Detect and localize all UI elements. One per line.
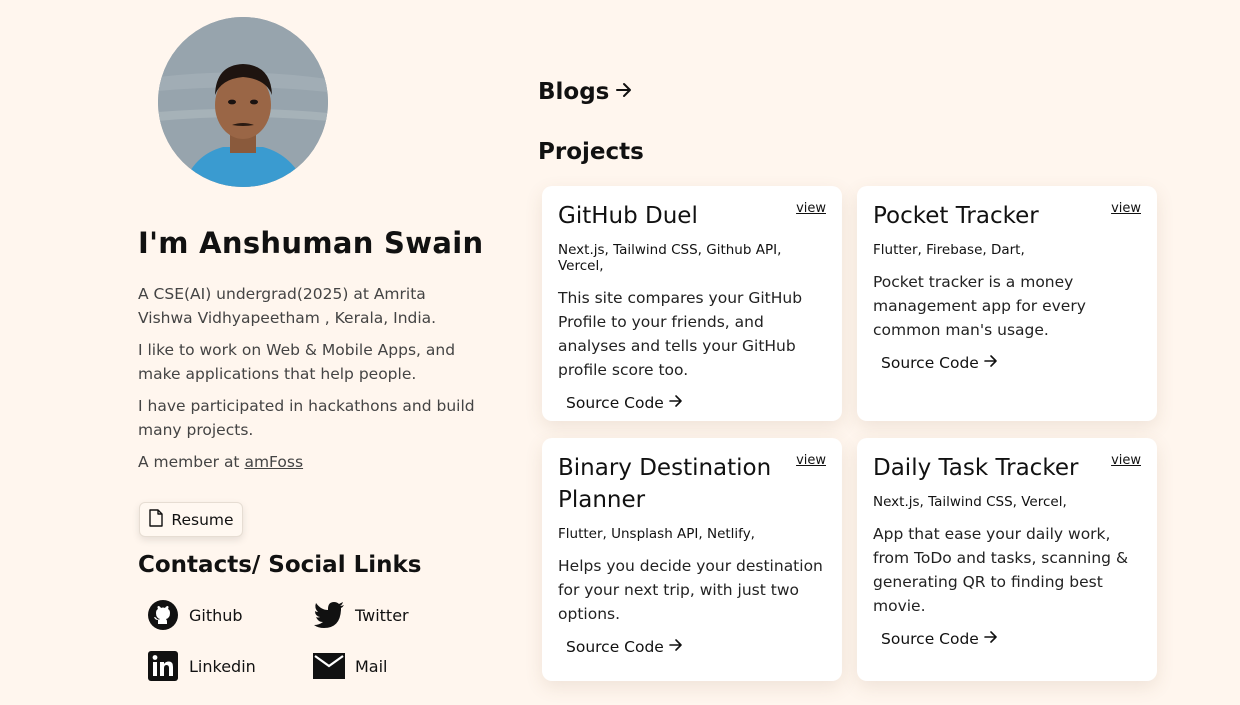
view-link[interactable]: view [796, 201, 826, 216]
arrow-right-icon [669, 394, 683, 412]
bio-interests: I like to work on Web & Mobile Apps, and… [138, 341, 456, 383]
project-description: Helps you decide your destination for yo… [558, 557, 823, 623]
blogs-label: Blogs [538, 79, 610, 105]
github-icon [147, 599, 179, 631]
social-link-github[interactable]: Github [147, 599, 243, 631]
project-card-daily-task-tracker: view Daily Task Tracker Next.js, Tailwin… [857, 438, 1157, 681]
source-code-link[interactable]: Source Code [881, 630, 998, 648]
mail-icon [313, 650, 345, 682]
linkedin-icon [147, 650, 179, 682]
twitter-icon [313, 599, 345, 631]
portfolio-page: I'm Anshuman Swain A CSE(AI) undergrad(2… [0, 0, 1240, 705]
project-title: GitHub Duel [558, 203, 698, 229]
profile-name: I'm Anshuman Swain [138, 226, 484, 260]
source-code-link[interactable]: Source Code [566, 394, 683, 412]
social-link-mail[interactable]: Mail [313, 650, 388, 682]
arrow-right-icon [984, 630, 998, 648]
source-code-label: Source Code [881, 630, 979, 648]
bio-education: A CSE(AI) undergrad(2025) at Amrita Vish… [138, 285, 437, 327]
view-link[interactable]: view [1111, 201, 1141, 216]
source-code-link[interactable]: Source Code [881, 354, 998, 372]
view-link[interactable]: view [796, 453, 826, 468]
project-title: Pocket Tracker [873, 203, 1039, 229]
project-description: Pocket tracker is a money management app… [873, 273, 1086, 339]
projects-title: Projects [538, 139, 644, 165]
bio-membership: A member at amFoss [138, 450, 478, 474]
arrow-right-icon [669, 638, 683, 656]
project-tech-stack: Next.js, Tailwind CSS, Vercel, [873, 494, 1067, 510]
project-tech-stack: Flutter, Firebase, Dart, [873, 242, 1025, 258]
social-link-linkedin[interactable]: Linkedin [147, 650, 256, 682]
arrow-right-icon [615, 79, 633, 105]
project-tech-stack: Next.js, Tailwind CSS, Github API, Verce… [558, 242, 782, 274]
project-card-binary-destination-planner: view Binary Destination Planner Flutter,… [542, 438, 842, 681]
avatar [158, 17, 328, 187]
document-icon [148, 508, 164, 531]
blogs-link[interactable]: Blogs [538, 79, 633, 105]
contacts-title: Contacts/ Social Links [138, 552, 422, 578]
project-tech-stack: Flutter, Unsplash API, Netlify, [558, 526, 755, 542]
social-label-github: Github [189, 605, 243, 625]
project-title: Daily Task Tracker [873, 455, 1079, 481]
social-label-linkedin: Linkedin [189, 656, 256, 676]
source-code-label: Source Code [566, 638, 664, 656]
resume-label: Resume [171, 510, 234, 529]
project-card-pocket-tracker: view Pocket Tracker Flutter, Firebase, D… [857, 186, 1157, 421]
project-title: Binary Destination Planner [558, 455, 772, 513]
bio-hackathons: I have participated in hackathons and bu… [138, 397, 475, 439]
arrow-right-icon [984, 354, 998, 372]
resume-button[interactable]: Resume [139, 502, 243, 537]
source-code-link[interactable]: Source Code [566, 638, 683, 656]
amfoss-link[interactable]: amFoss [244, 453, 303, 471]
project-description: This site compares your GitHub Profile t… [558, 289, 803, 379]
view-link[interactable]: view [1111, 453, 1141, 468]
social-link-twitter[interactable]: Twitter [313, 599, 409, 631]
project-description: App that ease your daily work, from ToDo… [873, 525, 1129, 615]
source-code-label: Source Code [566, 394, 664, 412]
project-card-github-duel: view GitHub Duel Next.js, Tailwind CSS, … [542, 186, 842, 421]
social-label-twitter: Twitter [355, 605, 409, 625]
source-code-label: Source Code [881, 354, 979, 372]
bio-membership-prefix: A member at [138, 453, 245, 471]
social-label-mail: Mail [355, 656, 388, 676]
